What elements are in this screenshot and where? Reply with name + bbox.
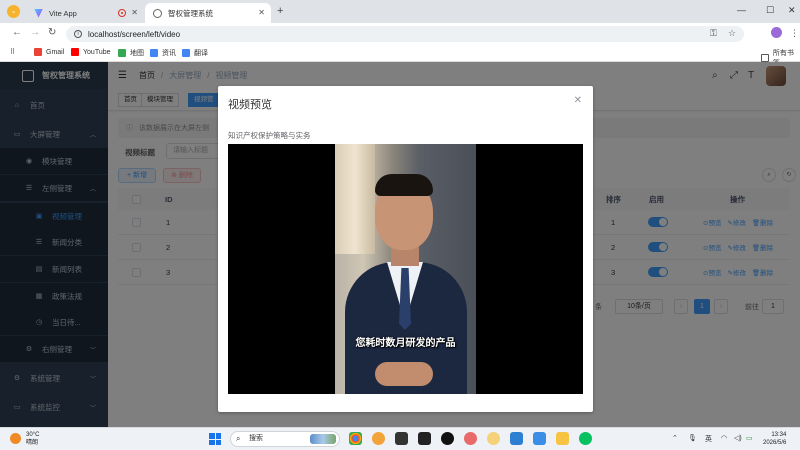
- ime-indicator[interactable]: 英: [705, 434, 712, 444]
- close-window-icon[interactable]: ✕: [788, 5, 796, 16]
- folder-icon[interactable]: [556, 432, 569, 445]
- bookmark-label: Gmail: [46, 48, 65, 56]
- reload-icon[interactable]: ↻: [48, 27, 56, 38]
- video-preview-dialog: 视频预览 ✕ 知识产权保护策略与实务 您耗时数月研发的产品: [218, 86, 593, 412]
- start-icon[interactable]: [209, 433, 221, 445]
- news-icon: [150, 49, 158, 57]
- app-icon[interactable]: [533, 432, 546, 445]
- bookmark-translate[interactable]: 翻译: [182, 48, 208, 58]
- bookmark-label: 翻译: [194, 50, 208, 57]
- penguin-icon[interactable]: [441, 432, 454, 445]
- wifi-icon[interactable]: ◠: [721, 434, 727, 442]
- taskbar: 30°C 晴朗 ⌕ 搜索 ⌃ 🎙 英 ◠ ◁) ▭ 13:34 2026/5/6: [0, 427, 800, 450]
- bookmarks-bar: ⠿ Gmail YouTube 地图 资讯 翻译 所有书签: [0, 44, 800, 67]
- taskbar-search-label: 搜索: [249, 435, 263, 442]
- video-frame: 您耗时数月研发的产品: [335, 144, 476, 394]
- vscode-icon[interactable]: [510, 432, 523, 445]
- close-icon[interactable]: ✕: [574, 95, 582, 106]
- bookmark-map[interactable]: 地图: [118, 48, 144, 58]
- chevron-up-icon[interactable]: ⌃: [672, 434, 678, 442]
- menu-dots-icon[interactable]: ⋮: [790, 28, 799, 39]
- battery-icon[interactable]: ▭: [746, 434, 753, 442]
- translate-icon: [182, 49, 190, 57]
- weather-widget[interactable]: 30°C 晴朗: [26, 431, 39, 447]
- star-icon[interactable]: ☆: [728, 28, 736, 39]
- taskbar-search[interactable]: ⌕ 搜索: [230, 431, 340, 447]
- close-tab-icon[interactable]: ✕: [131, 8, 138, 17]
- map-icon: [118, 49, 126, 57]
- terminal-icon[interactable]: [418, 432, 431, 445]
- forward-icon[interactable]: →: [30, 27, 40, 38]
- vite-icon: [34, 8, 43, 18]
- recording-icon: [118, 9, 126, 17]
- weather-desc: 晴朗: [26, 440, 39, 446]
- bookmark-gmail[interactable]: Gmail: [34, 48, 64, 56]
- app-window: 智权管理系统 ⌂首页 ▭大屏管理︿ ◉模块管理 ☰左侧管理︿ ▣视频管理 ☰新闻…: [0, 62, 800, 427]
- close-tab-icon[interactable]: ✕: [258, 8, 265, 17]
- tab-title: 智权管理系统: [168, 8, 213, 18]
- new-tab-icon[interactable]: +: [277, 5, 283, 17]
- search-highlight-image: [310, 434, 336, 444]
- bookmark-label: YouTube: [83, 48, 111, 56]
- maximize-icon[interactable]: ☐: [766, 5, 774, 16]
- globe-icon: [153, 8, 162, 18]
- clock[interactable]: 13:34 2026/5/6: [763, 431, 786, 447]
- site-info-icon[interactable]: i: [74, 30, 82, 38]
- bookmark-label: 地图: [130, 50, 144, 57]
- bookmark-youtube[interactable]: YouTube: [71, 48, 111, 56]
- video-player[interactable]: 您耗时数月研发的产品: [228, 144, 583, 394]
- gmail-icon: [34, 48, 42, 56]
- clock-date: 2026/5/6: [763, 440, 787, 446]
- address-bar-row: ← → ↻ i localhost/screen/left/video ⚿ ☆ …: [0, 23, 800, 44]
- app-icon[interactable]: [487, 432, 500, 445]
- weather-temp: 30°C: [26, 432, 40, 438]
- url-field[interactable]: i localhost/screen/left/video: [66, 26, 744, 42]
- settings-icon[interactable]: [372, 432, 385, 445]
- tab-search-icon[interactable]: ⌄: [7, 5, 20, 18]
- tab-vite-app[interactable]: Vite App ✕: [26, 3, 144, 23]
- clock-time: 13:34: [771, 432, 787, 438]
- volume-icon[interactable]: ◁): [734, 434, 742, 442]
- chrome-icon[interactable]: [349, 432, 362, 445]
- profile-avatar[interactable]: [771, 27, 782, 38]
- tab-title: Vite App: [49, 8, 77, 18]
- sun-icon[interactable]: [10, 433, 21, 444]
- bookmark-news[interactable]: 资讯: [150, 48, 176, 58]
- key-icon[interactable]: ⚿: [710, 28, 717, 39]
- search-icon: ⌕: [236, 434, 241, 443]
- browser-tab-strip: ⌄ Vite App ✕ 智权管理系统 ✕ + — ☐ ✕: [0, 0, 800, 23]
- youtube-icon: [71, 48, 79, 56]
- folder-icon: [761, 54, 769, 62]
- bookmark-label: 资讯: [162, 50, 176, 57]
- url-text: localhost/screen/left/video: [88, 29, 181, 39]
- video-title: 知识产权保护策略与实务: [228, 131, 311, 140]
- microphone-icon[interactable]: 🎙: [688, 434, 697, 442]
- back-icon[interactable]: ←: [12, 27, 22, 38]
- jetbrains-icon[interactable]: [395, 432, 408, 445]
- video-subtitle: 您耗时数月研发的产品: [355, 338, 456, 349]
- apps-grid-icon[interactable]: ⠿: [10, 48, 15, 56]
- app-icon[interactable]: [464, 432, 477, 445]
- tab-zhiquan[interactable]: 智权管理系统 ✕: [145, 3, 271, 23]
- minimize-icon[interactable]: —: [737, 5, 746, 15]
- wechat-icon[interactable]: [579, 432, 592, 445]
- dialog-title: 视频预览: [228, 99, 272, 111]
